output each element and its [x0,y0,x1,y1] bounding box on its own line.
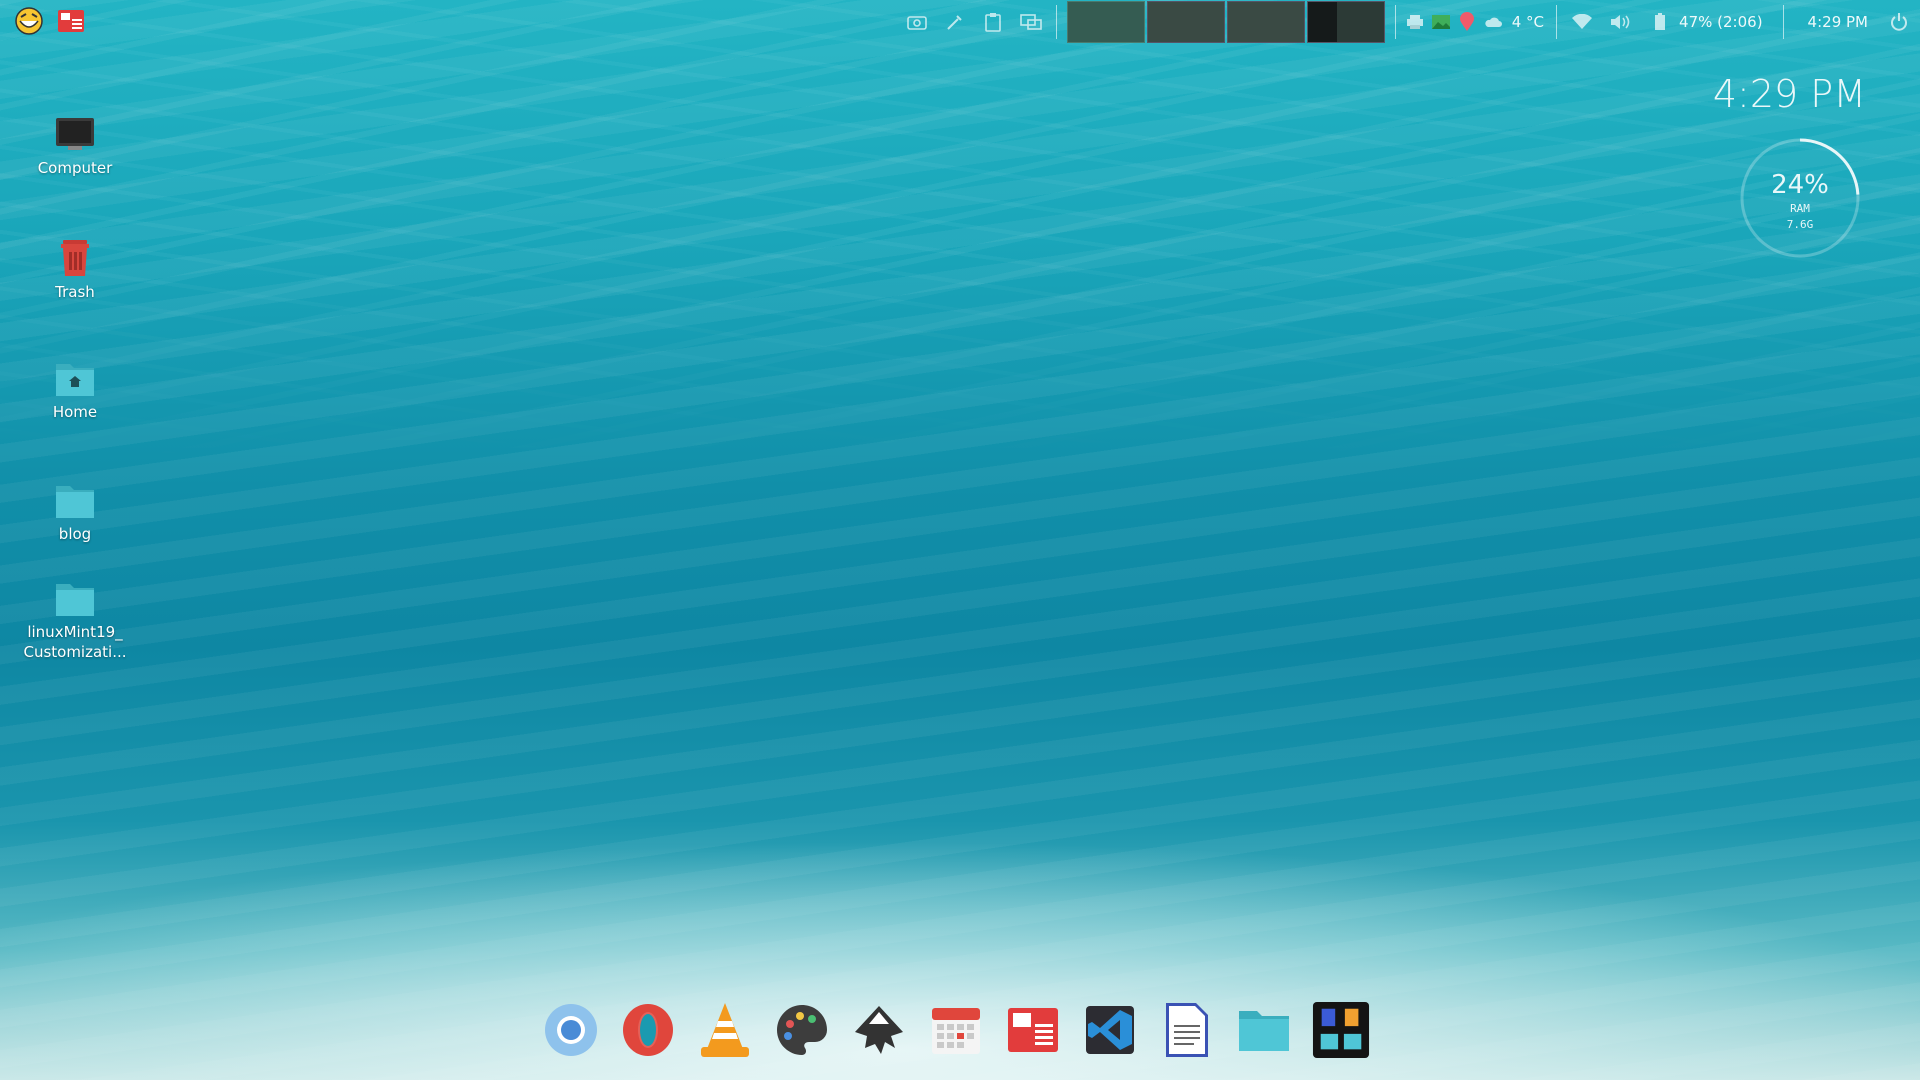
screenshot-icon[interactable] [906,11,928,33]
folder-icon [10,480,140,524]
desktop-icon-trash[interactable]: Trash [10,236,140,302]
desktop-icon-blog[interactable]: blog [10,480,140,544]
vlc-icon[interactable] [696,1000,754,1060]
wifi-icon[interactable] [1571,11,1593,33]
news-app-icon[interactable] [1004,1000,1062,1060]
printer-icon[interactable] [1404,11,1426,33]
desktop-icon-label: Trash [55,283,95,301]
dock [542,1000,1370,1060]
volume-icon[interactable] [1609,11,1631,33]
trash-icon [10,236,140,282]
desktop-icon-label: Home [52,403,98,421]
workspace-3[interactable] [1226,1,1305,43]
image-viewer-icon[interactable] [1430,11,1452,33]
workspace-1[interactable] [1066,1,1145,43]
chromium-icon[interactable] [542,1000,600,1060]
panel-separator [1394,5,1396,39]
top-panel: 4 °C 47% (2:06) 4:29 PM [0,0,1920,44]
calendar-icon[interactable] [927,1000,985,1060]
weather-temperature[interactable]: 4 °C [1512,13,1544,31]
desktop-icon-label: blog [58,525,92,543]
vscode-icon[interactable] [1081,1000,1139,1060]
panel-separator [1782,5,1784,39]
panel-separator [1055,5,1057,39]
workspace-switcher [1066,1,1385,43]
desktop-icon-home[interactable]: Home [10,358,140,422]
desktop-icon-label: Computer [37,159,113,177]
panel-separator [1556,5,1558,39]
home-folder-icon [10,358,140,402]
battery-icon[interactable] [1649,11,1671,33]
desktop-icon-computer[interactable]: Computer [10,114,140,178]
ram-percent: 24% [1771,170,1829,200]
desktop-icon-linuxmint19[interactable]: linuxMint19_ Customizati... [10,578,140,662]
text-document-icon[interactable] [1158,1000,1216,1060]
conky-clock: 4:29 PM [1712,72,1866,116]
display-icon[interactable] [1019,11,1042,33]
desktop-icon-label: linuxMint19_ Customizati... [23,623,127,661]
conky-ram-gauge: 24% RAM 7.6G [1736,134,1864,262]
folder-icon [10,578,140,622]
color-picker-icon[interactable] [944,11,966,33]
workspace-2[interactable] [1146,1,1225,43]
menu-smiley-icon[interactable] [14,6,44,40]
cloud-icon [1482,11,1504,33]
libreoffice-launcher-icon[interactable] [1312,1000,1370,1060]
ram-total: 7.6G [1786,218,1814,231]
news-reader-icon[interactable] [56,7,86,39]
panel-clock[interactable]: 4:29 PM [1808,13,1868,31]
opera-icon[interactable] [619,1000,677,1060]
files-folder-icon[interactable] [1235,1000,1293,1060]
workspace-4[interactable] [1306,1,1385,43]
battery-status[interactable]: 47% (2:06) [1679,13,1763,31]
paint-palette-icon[interactable] [773,1000,831,1060]
clipboard-icon[interactable] [982,11,1004,33]
ram-label: RAM [1790,202,1810,215]
inkscape-icon[interactable] [850,1000,908,1060]
wallpaper-caustics [0,0,1920,460]
location-pin-icon[interactable] [1456,11,1478,33]
computer-icon [10,114,140,158]
power-icon[interactable] [1888,11,1910,33]
